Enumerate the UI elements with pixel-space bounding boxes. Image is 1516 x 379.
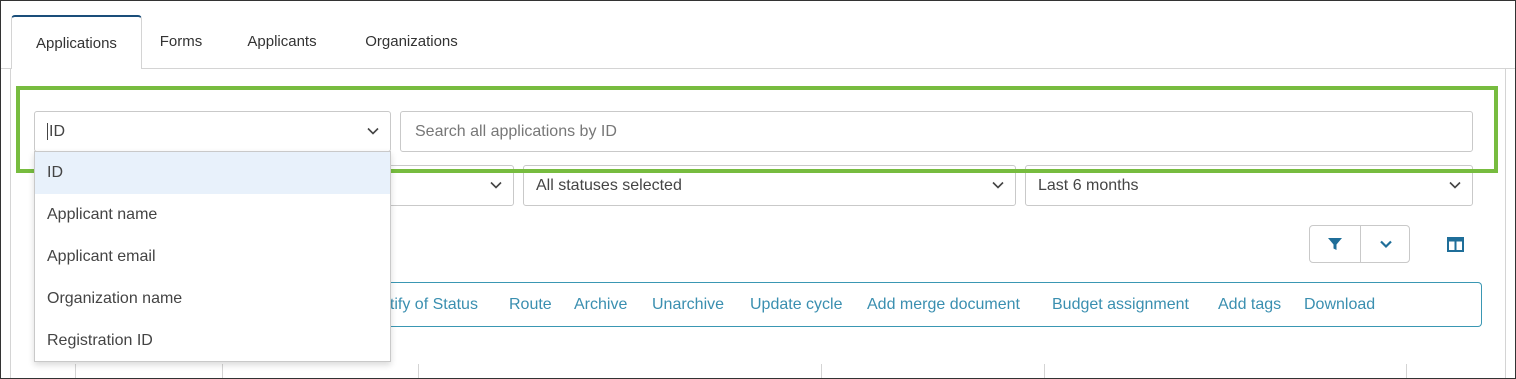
dropdown-option-registration-id[interactable]: Registration ID [35,320,390,362]
columns-icon [1446,236,1464,252]
application-window: Applications Forms Applicants Organizati… [0,0,1516,379]
filter-button[interactable] [1310,226,1360,262]
columns-button[interactable] [1441,233,1469,255]
chevron-down-icon [490,181,502,189]
search-input[interactable] [400,111,1473,152]
table-column-divider [75,364,76,378]
action-budget-assignment[interactable]: Budget assignment [1052,283,1189,326]
action-add-tags[interactable]: Add tags [1218,283,1281,326]
search-field-select-value: ID [47,123,65,140]
chevron-down-icon [1380,240,1392,249]
search-field-dropdown: ID Applicant name Applicant email Organi… [34,151,391,362]
filter-button-group [1309,225,1410,263]
chevron-down-icon [1449,181,1461,189]
form-filter-select[interactable] [381,165,514,206]
chevron-down-icon [992,181,1004,189]
expand-filters-button[interactable] [1361,226,1411,262]
date-range-select[interactable]: Last 6 months [1025,165,1473,206]
bulk-actions-bar: otify of Status Route Archive Unarchive … [381,282,1482,327]
tab-forms[interactable]: Forms [143,15,219,69]
dropdown-option-id[interactable]: ID [35,152,390,194]
action-route[interactable]: Route [509,283,552,326]
action-add-merge-document[interactable]: Add merge document [867,283,1020,326]
chevron-down-icon [367,127,379,135]
status-filter-value: All statuses selected [536,177,682,194]
table-column-divider [222,364,223,378]
date-range-value: Last 6 months [1038,177,1139,194]
action-unarchive[interactable]: Unarchive [652,283,724,326]
tab-applicants[interactable]: Applicants [229,15,335,69]
action-update-cycle[interactable]: Update cycle [750,283,843,326]
tab-bar: Applications Forms Applicants Organizati… [1,1,1515,70]
dropdown-option-organization-name[interactable]: Organization name [35,278,390,320]
table-column-divider [1044,364,1045,378]
action-notify-of-status[interactable]: otify of Status [381,283,478,326]
tab-applications[interactable]: Applications [11,15,142,70]
action-download[interactable]: Download [1304,283,1375,326]
filter-icon [1328,238,1342,250]
table-column-divider [418,364,419,378]
dropdown-option-applicant-email[interactable]: Applicant email [35,236,390,278]
dropdown-option-applicant-name[interactable]: Applicant name [35,194,390,236]
table-column-divider [1406,364,1407,378]
status-filter-select[interactable]: All statuses selected [523,165,1016,206]
search-field-select[interactable]: ID [34,111,391,152]
table-column-divider [821,364,822,378]
action-archive[interactable]: Archive [574,283,627,326]
tab-organizations[interactable]: Organizations [346,15,477,69]
